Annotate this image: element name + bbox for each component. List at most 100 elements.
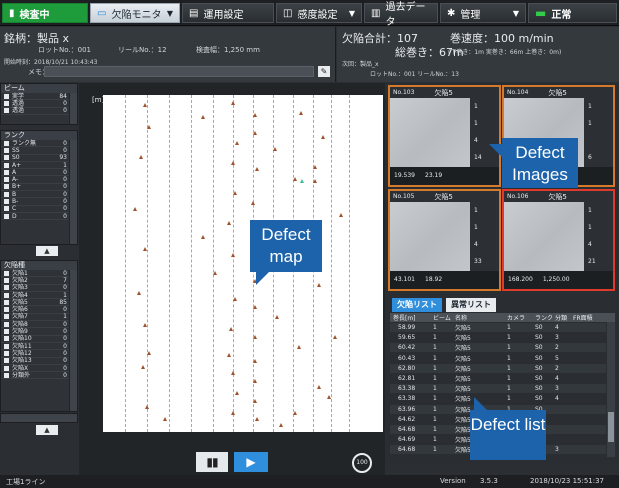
defect-marker[interactable] (143, 247, 147, 251)
defect-marker[interactable] (235, 141, 239, 145)
horizontal-scrollbar[interactable] (0, 413, 78, 423)
table-row[interactable]: 63.38 1 欠陥5 1 S0 4 (390, 394, 606, 403)
defect-marker[interactable] (297, 345, 301, 349)
checkbox[interactable] (4, 270, 9, 276)
tab-defect-list[interactable]: 欠陥リスト (392, 298, 442, 312)
sensitivity-settings-button[interactable]: ◫ 感度設定 ▼ (276, 3, 362, 23)
defect-marker[interactable] (299, 111, 303, 115)
defect-marker[interactable] (251, 201, 255, 205)
defect-image-card[interactable]: No.106 欠陥5 1 1 4 21 168.200 1,250.00 (502, 189, 615, 291)
defect-marker[interactable] (275, 315, 279, 319)
table-row[interactable]: 60.42 1 欠陥5 1 S0 2 (390, 343, 606, 353)
table-row[interactable]: 58.99 1 欠陥5 1 S0 4 (390, 323, 606, 333)
defect-marker[interactable] (201, 115, 205, 119)
defect-marker[interactable] (147, 125, 151, 129)
checkbox[interactable] (4, 372, 9, 378)
checkbox[interactable] (4, 314, 9, 320)
table-row[interactable]: 60.43 1 欠陥5 1 S0 5 (390, 354, 606, 363)
checkbox[interactable] (4, 350, 9, 356)
defect-marker[interactable] (233, 191, 237, 195)
tab-abnormal-list[interactable]: 異常リスト (446, 298, 496, 312)
defect-marker[interactable] (317, 283, 321, 287)
defect-type-scroll-up-button[interactable]: ▲ (36, 425, 58, 435)
defect-marker[interactable] (231, 371, 235, 375)
defect-marker[interactable] (141, 365, 145, 369)
table-row[interactable]: 62.80 1 欠陥5 1 S0 2 (390, 363, 606, 373)
defect-monitor-button[interactable]: ▭ 欠陥モニタ ▼ (90, 3, 180, 23)
defect-image[interactable] (504, 202, 584, 271)
defect-marker[interactable] (231, 253, 235, 257)
defect-marker[interactable] (313, 165, 317, 169)
defect-marker-highlight[interactable] (300, 179, 304, 183)
rank-scrollbar[interactable] (69, 140, 77, 244)
defect-marker[interactable] (253, 113, 257, 117)
checkbox[interactable] (4, 307, 9, 313)
roll-data-button[interactable]: ▥ 過去データ (364, 2, 438, 28)
checkbox[interactable] (4, 169, 9, 175)
defect-marker[interactable] (227, 353, 231, 357)
defect-map[interactable] (103, 95, 383, 432)
rank-scroll-up-button[interactable]: ▲ (36, 246, 58, 256)
defect-marker[interactable] (273, 147, 277, 151)
defect-marker[interactable] (231, 411, 235, 415)
defect-marker[interactable] (137, 291, 141, 295)
zoom-icon[interactable]: 100 (352, 453, 372, 473)
defect-marker[interactable] (333, 335, 337, 339)
defect-type-scrollbar[interactable] (69, 270, 77, 411)
defect-marker[interactable] (321, 135, 325, 139)
list-scroll-thumb[interactable] (608, 412, 614, 442)
checkbox[interactable] (4, 213, 9, 219)
defect-marker[interactable] (231, 161, 235, 165)
defect-marker[interactable] (133, 207, 137, 211)
defect-marker[interactable] (253, 131, 257, 135)
defect-marker[interactable] (327, 395, 331, 399)
checkbox[interactable] (4, 93, 9, 99)
defect-marker[interactable] (255, 417, 259, 421)
checkbox[interactable] (4, 285, 9, 291)
defect-marker[interactable] (317, 385, 321, 389)
pause-button[interactable]: ▮▮ (196, 452, 228, 472)
play-button[interactable]: ▶ (234, 452, 268, 472)
defect-marker[interactable] (253, 399, 257, 403)
table-row[interactable]: 63.38 1 欠陥5 1 S0 3 (390, 384, 606, 394)
defect-marker[interactable] (143, 103, 147, 107)
defect-marker[interactable] (201, 235, 205, 239)
defect-image[interactable] (390, 202, 470, 271)
checkbox[interactable] (4, 162, 9, 168)
defect-image-card[interactable]: No.103 欠陥5 1 1 4 14 19.539 23.19 (388, 85, 501, 187)
management-button[interactable]: ✱ 管理 ▼ (440, 3, 526, 23)
checkbox[interactable] (4, 292, 9, 298)
defect-marker[interactable] (255, 167, 259, 171)
pen-icon[interactable]: ✎ (318, 66, 330, 77)
checkbox[interactable] (4, 299, 9, 305)
defect-marker[interactable] (253, 305, 257, 309)
defect-marker[interactable] (227, 221, 231, 225)
filter-row[interactable]: 透過 0 (1, 107, 77, 115)
defect-marker[interactable] (253, 379, 257, 383)
defect-marker[interactable] (147, 351, 151, 355)
memo-input[interactable] (44, 66, 314, 77)
checkbox[interactable] (4, 365, 9, 371)
defect-image[interactable] (390, 98, 470, 167)
defect-marker[interactable] (139, 155, 143, 159)
checkbox[interactable] (4, 277, 9, 283)
inspection-status-button[interactable]: ▮ 検査中 (2, 3, 88, 23)
filter-row[interactable]: 分類外 0 (1, 372, 77, 380)
checkbox[interactable] (4, 108, 9, 114)
defect-marker[interactable] (253, 335, 257, 339)
checkbox[interactable] (4, 191, 9, 197)
list-scrollbar[interactable] (607, 322, 615, 457)
defect-marker[interactable] (163, 417, 167, 421)
checkbox[interactable] (4, 184, 9, 190)
defect-marker[interactable] (235, 391, 239, 395)
checkbox[interactable] (4, 140, 9, 146)
defect-marker[interactable] (229, 327, 233, 331)
defect-marker[interactable] (231, 101, 235, 105)
defect-image-card[interactable]: No.105 欠陥5 1 1 4 33 43.101 18.92 (388, 189, 501, 291)
defect-marker[interactable] (213, 271, 217, 275)
checkbox[interactable] (4, 177, 9, 183)
checkbox[interactable] (4, 100, 9, 106)
defect-marker[interactable] (293, 411, 297, 415)
table-row[interactable]: 62.81 1 欠陥5 1 S0 4 (390, 374, 606, 383)
run-settings-button[interactable]: ▤ 運用設定 (182, 3, 274, 23)
